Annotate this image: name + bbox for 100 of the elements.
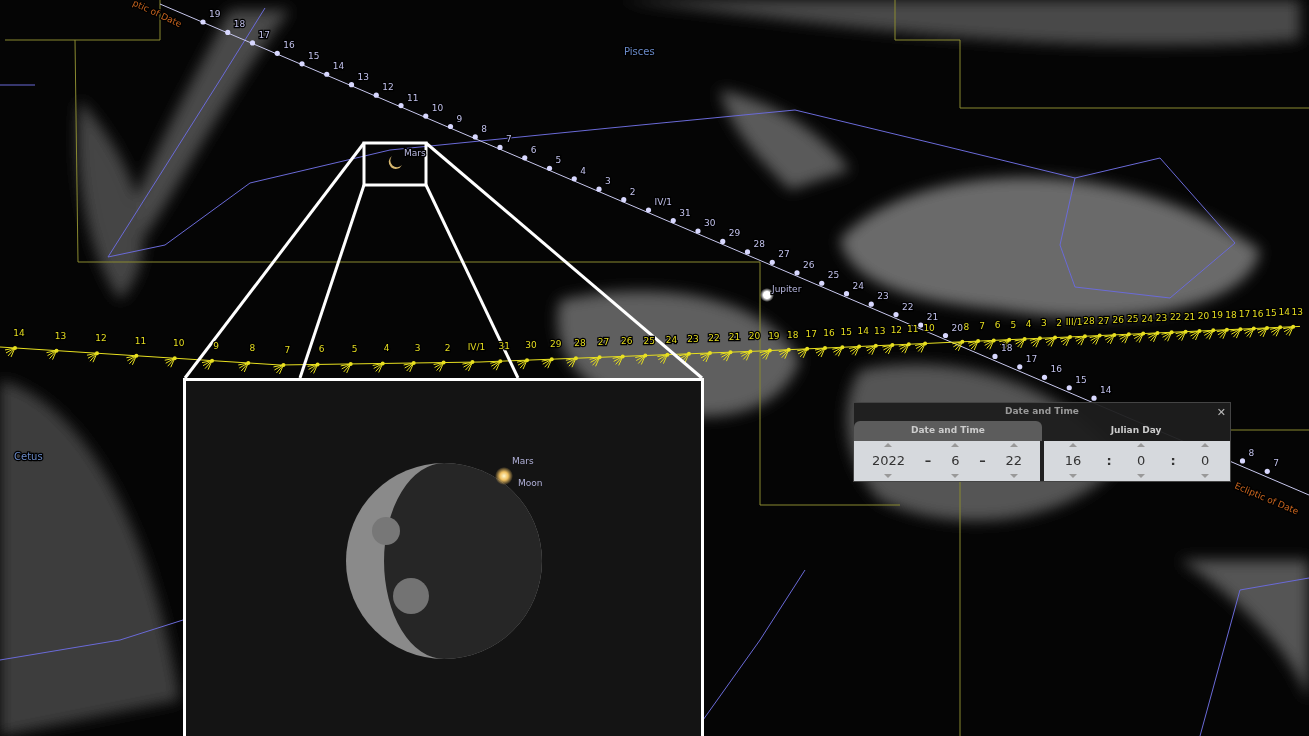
- arrow-marker: [4, 345, 17, 358]
- track-dot: [720, 238, 726, 245]
- date-label: 5: [555, 155, 562, 166]
- date-label: 14: [857, 326, 869, 337]
- date-label: 14: [1100, 385, 1112, 396]
- up-arrow-icon[interactable]: [1137, 442, 1146, 447]
- date-label: 28: [753, 238, 765, 249]
- date-label: III/1: [1065, 316, 1083, 327]
- spin-field[interactable]: 22: [1005, 450, 1023, 471]
- date-label: 3: [1041, 318, 1047, 329]
- down-arrow-icon[interactable]: [1068, 474, 1077, 479]
- tab[interactable]: Julian Day: [1042, 421, 1230, 441]
- down-arrow-icon[interactable]: [1137, 474, 1146, 479]
- date-label: 19: [1211, 310, 1223, 321]
- arrow-marker: [1146, 330, 1160, 343]
- arrow-marker: [1243, 326, 1256, 338]
- date-label: 13: [874, 325, 886, 336]
- arrow-marker: [1029, 336, 1042, 348]
- arrow-marker: [1216, 327, 1229, 340]
- glowing-dot-icon[interactable]: [495, 467, 513, 485]
- arrow-marker: [461, 360, 475, 372]
- close-button[interactable]: ✕: [1212, 406, 1230, 418]
- spin-field[interactable]: 6: [951, 450, 960, 471]
- date-label: 22: [1169, 312, 1182, 323]
- spin-field[interactable]: 0: [1201, 450, 1210, 471]
- arrow-marker: [1132, 331, 1146, 344]
- date-label: 12: [890, 325, 903, 335]
- date-label: 23: [687, 333, 699, 344]
- date-label: 31: [679, 207, 691, 218]
- track-dot: [1066, 385, 1072, 391]
- down-arrow-icon[interactable]: [951, 474, 960, 479]
- arrow-marker: [272, 362, 286, 375]
- track-dot: [200, 19, 206, 25]
- date-label: 15: [1075, 374, 1087, 385]
- date-label: 21: [1183, 311, 1196, 322]
- date-label: 16: [283, 40, 295, 51]
- arrow-marker: [656, 352, 670, 365]
- arrow-marker: [739, 349, 753, 361]
- arrow-marker: [201, 358, 215, 371]
- date-label: 30: [525, 340, 537, 351]
- track-dot: [670, 217, 676, 224]
- date-label: 8: [481, 123, 487, 134]
- separator: –: [979, 451, 986, 470]
- date-label: 7: [284, 344, 291, 355]
- date-label: 26: [1112, 314, 1125, 325]
- arrow-marker: [433, 360, 446, 373]
- arrow-marker: [898, 342, 911, 354]
- spin-field[interactable]: 16: [1064, 450, 1082, 471]
- track-dot: [1239, 458, 1246, 464]
- track-dot: [645, 207, 652, 213]
- date-label: 7: [506, 134, 512, 145]
- crescent-icon[interactable]: [388, 156, 402, 169]
- arrow-marker: [848, 344, 862, 356]
- arrow-marker: [1044, 335, 1058, 348]
- down-arrow-icon[interactable]: [1201, 474, 1210, 479]
- date-label: 2: [444, 342, 451, 353]
- down-arrow-icon[interactable]: [1009, 474, 1018, 479]
- arrow-marker: [1269, 325, 1283, 337]
- date-label: 17: [1238, 309, 1251, 320]
- down-arrow-icon[interactable]: [884, 474, 893, 479]
- zoom-frame: [362, 141, 428, 187]
- date-label: 12: [95, 333, 107, 344]
- arrow-marker: [86, 351, 99, 363]
- tab[interactable]: Date and Time: [854, 421, 1042, 441]
- date-label: 4: [383, 343, 390, 354]
- date-label: 2: [629, 186, 636, 197]
- arrow-marker: [865, 343, 878, 356]
- arrow-marker: [914, 341, 928, 353]
- track-dot: [447, 123, 454, 130]
- date-label: 25: [643, 335, 656, 346]
- arrow-marker: [1074, 334, 1087, 346]
- up-arrow-icon[interactable]: [884, 442, 893, 447]
- arrow-marker: [759, 348, 772, 361]
- arrow-marker: [340, 361, 353, 374]
- ecliptic-label: ptic of Date: [131, 0, 184, 30]
- up-arrow-icon[interactable]: [1068, 442, 1077, 447]
- track-dot: [398, 103, 404, 109]
- date-label: 16: [1252, 308, 1264, 319]
- date-label: 25: [827, 270, 840, 281]
- track-dot: [695, 228, 701, 234]
- arrow-marker: [719, 350, 733, 362]
- track-dot: [744, 249, 751, 255]
- arrow-marker: [164, 356, 177, 368]
- up-arrow-icon[interactable]: [951, 442, 960, 447]
- up-arrow-icon[interactable]: [1201, 442, 1210, 447]
- arrow-marker: [589, 355, 602, 367]
- date-label: 29: [728, 228, 741, 239]
- date-label: IV/1: [654, 197, 673, 208]
- spin-field[interactable]: 0: [1137, 450, 1146, 471]
- date-label: 6: [318, 344, 325, 355]
- spin-field[interactable]: 2022: [871, 450, 905, 471]
- date-label: 17: [805, 328, 817, 339]
- track-dot: [621, 197, 627, 203]
- date-label: 24: [1141, 313, 1153, 324]
- track-dot: [843, 291, 850, 297]
- up-arrow-icon[interactable]: [1009, 442, 1018, 447]
- arrow-marker: [778, 347, 791, 360]
- dialog-title: Date and Time: [1005, 405, 1079, 419]
- track-dot: [1041, 374, 1048, 380]
- arrow-marker: [951, 339, 965, 352]
